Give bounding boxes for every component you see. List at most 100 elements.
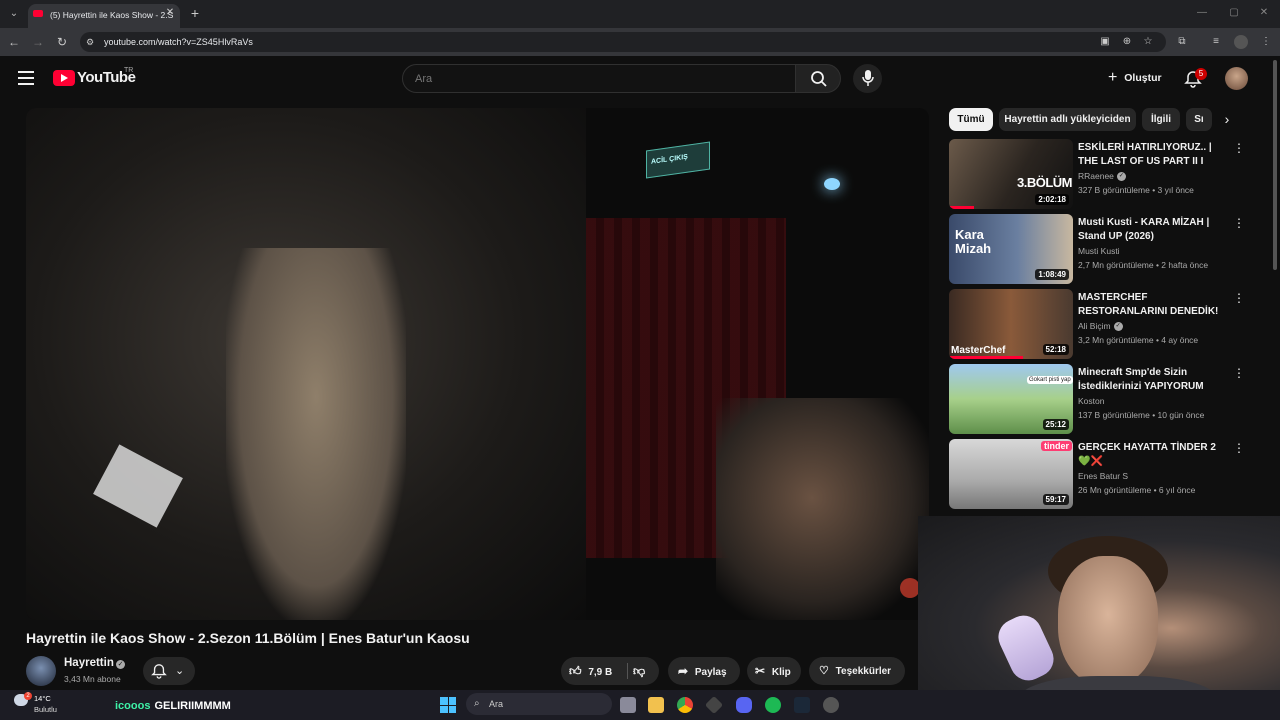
scrollbar-thumb[interactable] bbox=[1273, 60, 1277, 270]
cast-icon[interactable]: ▣ bbox=[1098, 35, 1112, 49]
recommendation-channel[interactable]: Koston bbox=[1078, 396, 1104, 406]
forward-icon[interactable]: → bbox=[30, 34, 46, 50]
profile-icon[interactable] bbox=[1234, 35, 1248, 49]
video-duration: 1:08:49 bbox=[1035, 269, 1069, 280]
thanks-label: Teşekkürler bbox=[835, 666, 892, 677]
create-button[interactable]: + Oluştur bbox=[1100, 65, 1170, 91]
more-options-icon[interactable]: ⋮ bbox=[1233, 141, 1245, 155]
youtube-logo-icon[interactable] bbox=[53, 70, 75, 86]
zoom-icon[interactable]: ⊕ bbox=[1120, 35, 1134, 49]
app-icon[interactable] bbox=[823, 697, 839, 713]
user-avatar[interactable] bbox=[1225, 67, 1248, 90]
tab-close-icon[interactable]: ✕ bbox=[164, 7, 176, 19]
chat-username: icooos bbox=[115, 700, 151, 712]
recommendation-channel[interactable]: Ali Biçim ✓ bbox=[1078, 321, 1123, 332]
more-options-icon[interactable]: ⋮ bbox=[1233, 216, 1245, 230]
search-button[interactable] bbox=[795, 64, 841, 93]
weather-badge: 2 bbox=[24, 692, 32, 700]
discord-icon[interactable] bbox=[736, 697, 752, 713]
browser-tab[interactable]: (5) Hayrettin ile Kaos Show - 2.S bbox=[28, 4, 180, 28]
recommendation-meta: 2,7 Mn görüntüleme • 2 hafta önce bbox=[1078, 260, 1209, 270]
task-view-icon[interactable] bbox=[620, 697, 636, 713]
spotify-icon[interactable] bbox=[765, 697, 781, 713]
recommendation-channel[interactable]: Musti Kusti bbox=[1078, 246, 1120, 256]
thanks-button[interactable]: ♡ Teşekkürler bbox=[809, 657, 905, 685]
chip-uploader[interactable]: Hayrettin adlı yükleyiciden bbox=[999, 108, 1136, 131]
file-explorer-icon[interactable] bbox=[648, 697, 664, 713]
like-button[interactable]: 👍︎ 7,9 B bbox=[569, 657, 625, 685]
recommendation-title[interactable]: Minecraft Smp'de Sizin İstediklerinizi Y… bbox=[1078, 366, 1226, 394]
taskbar-search[interactable]: ⌕ Ara bbox=[466, 693, 612, 715]
chat-message: GELIRIIMMMM bbox=[154, 700, 231, 712]
recommendation-channel[interactable]: Enes Batur S bbox=[1078, 471, 1128, 481]
chrome-icon[interactable] bbox=[677, 697, 693, 713]
more-options-icon[interactable]: ⋮ bbox=[1233, 441, 1245, 455]
recommendation-title[interactable]: ESKİLERİ HATIRLIYORUZ.. | THE LAST OF US… bbox=[1078, 141, 1226, 169]
extensions-icon[interactable]: ⧉ bbox=[1175, 35, 1189, 49]
window-close-icon[interactable]: ✕ bbox=[1254, 7, 1274, 18]
recommendation-item[interactable]: Gokart pisti yap 25:12 Minecraft Smp'de … bbox=[949, 364, 1245, 434]
channel-label: Musti Kusti bbox=[1078, 246, 1120, 256]
steam-icon[interactable] bbox=[794, 697, 810, 713]
search-input[interactable] bbox=[402, 64, 796, 93]
bookmark-star-icon[interactable]: ☆ bbox=[1141, 35, 1155, 49]
webcam-microphone bbox=[992, 609, 1060, 687]
recommendation-item[interactable]: Kara Mizah 1:08:49 Musti Kusti - KARA Mİ… bbox=[949, 214, 1245, 284]
recommendation-title[interactable]: GERÇEK HAYATTA TİNDER 2 💚❌ bbox=[1078, 441, 1226, 469]
chip-partial[interactable]: Sı bbox=[1186, 108, 1212, 131]
menu-icon[interactable] bbox=[18, 71, 34, 85]
subscription-bell-button[interactable]: ⌄ bbox=[143, 657, 195, 685]
share-label: Paylaş bbox=[694, 667, 727, 678]
tab-search-icon[interactable]: ⌄ bbox=[6, 6, 22, 22]
chip-related[interactable]: İlgili bbox=[1142, 108, 1180, 131]
site-info-icon[interactable]: ⚙ bbox=[86, 36, 98, 48]
reading-list-icon[interactable]: ≡ bbox=[1209, 35, 1223, 49]
reload-icon[interactable]: ↻ bbox=[54, 34, 70, 50]
subscribe-watermark-icon[interactable] bbox=[900, 578, 920, 598]
video-thumbnail[interactable]: tinder 59:17 bbox=[949, 439, 1073, 509]
watch-progress bbox=[949, 356, 1023, 359]
search-icon bbox=[811, 71, 827, 87]
windows-start-icon[interactable] bbox=[440, 697, 456, 713]
chip-all[interactable]: Tümü bbox=[949, 108, 993, 131]
video-thumbnail[interactable]: 3.BÖLÜM 2:02:18 bbox=[949, 139, 1073, 209]
voice-search-button[interactable] bbox=[853, 64, 882, 93]
video-thumbnail[interactable]: Kara Mizah 1:08:49 bbox=[949, 214, 1073, 284]
new-tab-icon[interactable]: + bbox=[188, 6, 202, 20]
clip-button[interactable]: ✂ Klip bbox=[747, 657, 801, 685]
recommendation-item[interactable]: 3.BÖLÜM 2:02:18 ESKİLERİ HATIRLIYORUZ.. … bbox=[949, 139, 1245, 209]
maximize-icon[interactable]: ▢ bbox=[1224, 7, 1244, 18]
thumbs-down-icon: 👎︎ bbox=[633, 664, 646, 678]
more-options-icon[interactable]: ⋮ bbox=[1233, 366, 1245, 380]
like-dislike-group: 👍︎ 7,9 B 👎︎ bbox=[561, 657, 659, 685]
thumbs-up-icon: 👍︎ bbox=[569, 664, 582, 678]
channel-label: RRaenee bbox=[1078, 171, 1114, 181]
channel-name[interactable]: Hayrettin bbox=[64, 657, 114, 669]
microphone-icon bbox=[862, 70, 874, 86]
recommendation-channel[interactable]: RRaenee ✓ bbox=[1078, 171, 1126, 182]
more-options-icon[interactable]: ⋮ bbox=[1233, 291, 1245, 305]
taskbar-search-label: Ara bbox=[489, 699, 504, 709]
channel-label: Koston bbox=[1078, 396, 1105, 406]
recommendation-item[interactable]: MasterChef 52:18 MASTERCHEF RESTORANLARI… bbox=[949, 289, 1245, 359]
thumbnail-text: Kara Mizah bbox=[955, 227, 992, 256]
video-thumbnail[interactable]: Gokart pisti yap 25:12 bbox=[949, 364, 1073, 434]
video-player[interactable]: ACİL ÇIKIŞ bbox=[26, 108, 929, 620]
weather-description[interactable]: Bulutlu bbox=[34, 705, 57, 714]
dislike-button[interactable]: 👎︎ bbox=[633, 657, 655, 685]
browser-menu-icon[interactable]: ⋮ bbox=[1259, 35, 1273, 49]
share-button[interactable]: ➦ Paylaş bbox=[668, 657, 740, 685]
video-duration: 52:18 bbox=[1042, 344, 1069, 355]
chevron-right-icon[interactable]: › bbox=[1216, 108, 1238, 131]
video-thumbnail[interactable]: MasterChef 52:18 bbox=[949, 289, 1073, 359]
scissors-icon: ✂ bbox=[755, 664, 766, 678]
url-text[interactable]: youtube.com/watch?v=ZS45HlvRaVs bbox=[104, 36, 253, 48]
recommendation-item[interactable]: tinder 59:17 GERÇEK HAYATTA TİNDER 2 💚❌ … bbox=[949, 439, 1245, 509]
recommendation-title[interactable]: MASTERCHEF RESTORANLARINI DENEDİK! #3 bbox=[1078, 291, 1226, 319]
channel-avatar[interactable] bbox=[26, 656, 56, 686]
minimize-icon[interactable]: — bbox=[1192, 7, 1212, 18]
recommendation-title[interactable]: Musti Kusti - KARA MİZAH | Stand UP (202… bbox=[1078, 216, 1226, 244]
country-code: TR bbox=[124, 67, 134, 74]
weather-temperature[interactable]: 14°C bbox=[34, 694, 51, 703]
back-icon[interactable]: ← bbox=[6, 34, 22, 50]
